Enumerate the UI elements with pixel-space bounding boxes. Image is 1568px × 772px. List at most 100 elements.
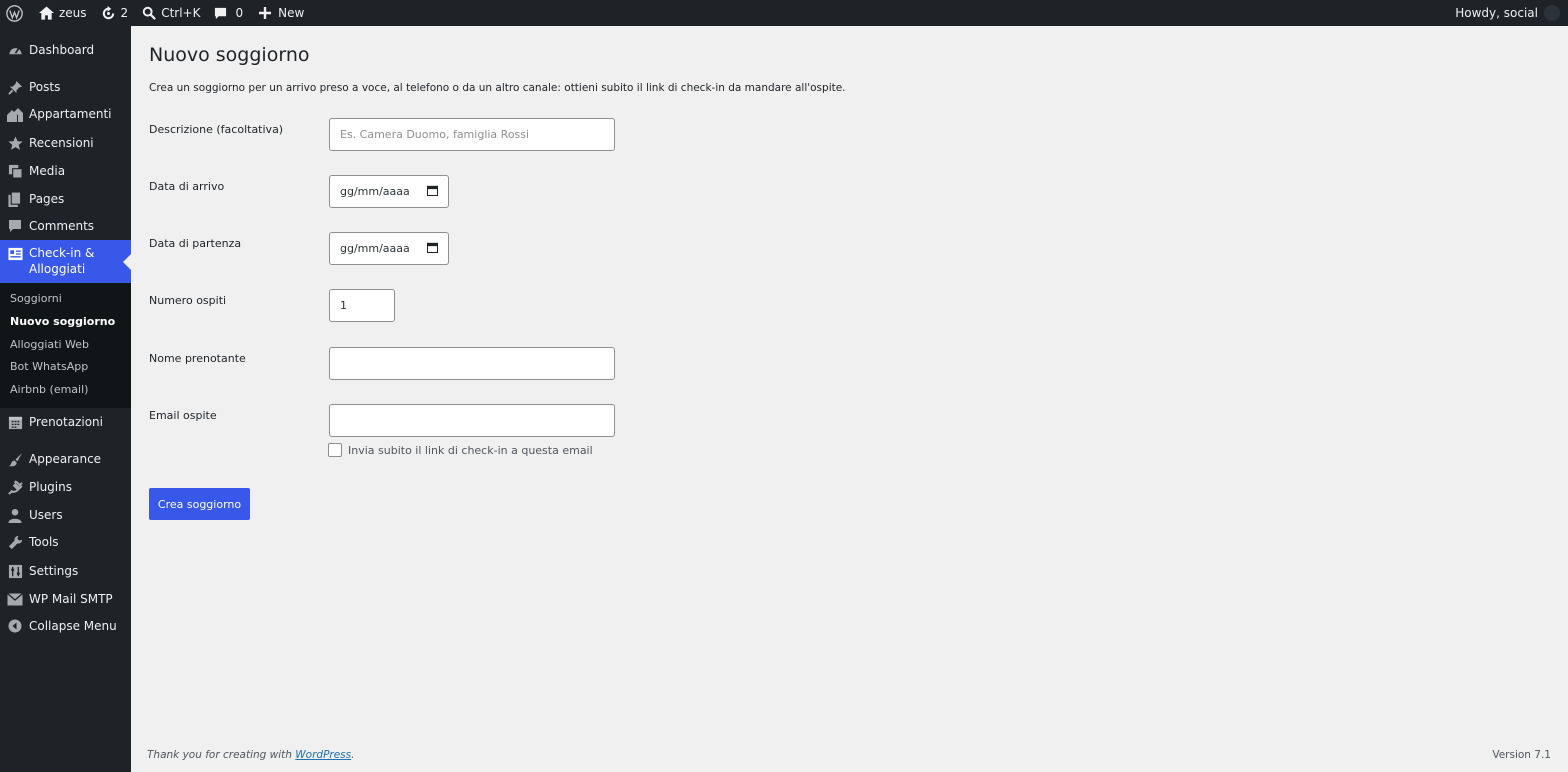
menu-label: Plugins bbox=[29, 480, 72, 494]
menu-comments[interactable]: Comments bbox=[0, 215, 131, 237]
search-icon bbox=[142, 6, 157, 20]
checkin-submenu: Soggiorni Nuovo soggiorno Alloggiati Web… bbox=[0, 283, 131, 408]
site-name-label: zeus bbox=[59, 6, 87, 20]
footer-version: Version 7.1 bbox=[1492, 749, 1551, 761]
date-placeholder: gg/mm/aaaa bbox=[340, 242, 410, 255]
updates-icon bbox=[101, 5, 116, 21]
comment-icon bbox=[7, 218, 23, 234]
footer-thanks-suffix: . bbox=[351, 749, 355, 761]
sliders-icon bbox=[7, 563, 23, 579]
footer-thanks: Thank you for creating with WordPress. bbox=[147, 749, 354, 761]
send-link-label[interactable]: Invia subito il link di check-in a quest… bbox=[348, 444, 593, 457]
search-shortcut-label: Ctrl+K bbox=[161, 6, 201, 20]
page-description: Crea un soggiorno per un arrivo preso a … bbox=[149, 82, 846, 94]
partenza-label: Data di partenza bbox=[149, 237, 242, 250]
menu-label: Dashboard bbox=[29, 43, 95, 57]
menu-label: Posts bbox=[29, 80, 61, 94]
menu-wp-mail-smtp[interactable]: WP Mail SMTP bbox=[0, 588, 131, 610]
command-palette-link[interactable]: Ctrl+K bbox=[135, 0, 207, 26]
menu-label: Check-in & Alloggiati bbox=[29, 246, 95, 276]
menu-settings[interactable]: Settings bbox=[0, 560, 131, 582]
email-label: Email ospite bbox=[149, 409, 217, 422]
send-link-checkbox[interactable] bbox=[328, 443, 342, 457]
comment-bubble-icon bbox=[214, 7, 227, 20]
menu-collapse[interactable]: Collapse Menu bbox=[0, 615, 131, 637]
plug-icon bbox=[7, 479, 23, 495]
submenu-airbnb-email[interactable]: Airbnb (email) bbox=[10, 383, 88, 396]
updates-link[interactable]: 2 bbox=[94, 0, 136, 26]
pin-icon bbox=[7, 79, 23, 95]
menu-label: Recensioni bbox=[29, 136, 94, 150]
menu-prenotazioni[interactable]: Prenotazioni bbox=[0, 411, 131, 433]
menu-label: WP Mail SMTP bbox=[29, 592, 113, 606]
descrizione-input[interactable] bbox=[329, 118, 615, 151]
date-placeholder: gg/mm/aaaa bbox=[340, 185, 410, 198]
footer-thanks-prefix: Thank you for creating with bbox=[147, 749, 296, 761]
calendar-picker-icon[interactable] bbox=[426, 185, 439, 199]
descrizione-label: Descrizione (facoltativa) bbox=[149, 123, 284, 136]
howdy-label: Howdy, social bbox=[1455, 6, 1538, 20]
collapse-icon bbox=[7, 618, 23, 634]
menu-label: Pages bbox=[29, 192, 65, 206]
media-icon bbox=[7, 163, 23, 179]
plus-icon bbox=[259, 7, 272, 19]
menu-dashboard[interactable]: Dashboard bbox=[0, 39, 131, 61]
menu-pages[interactable]: Pages bbox=[0, 188, 131, 210]
arrivo-date-input[interactable]: gg/mm/aaaa bbox=[329, 175, 449, 208]
brush-icon bbox=[7, 451, 23, 467]
admin-bar: zeus 2 Ctrl+K 0 New Howdy, social bbox=[0, 0, 1568, 26]
menu-plugins[interactable]: Plugins bbox=[0, 476, 131, 498]
menu-label: Tools bbox=[29, 535, 59, 549]
site-name-link[interactable]: zeus bbox=[32, 0, 94, 26]
ospiti-label: Numero ospiti bbox=[149, 294, 227, 307]
dashboard-icon bbox=[7, 42, 23, 58]
menu-appartamenti[interactable]: Appartamenti bbox=[0, 103, 131, 125]
home-icon bbox=[39, 6, 54, 20]
comments-link[interactable]: 0 bbox=[207, 0, 250, 26]
menu-label: Comments bbox=[29, 219, 95, 233]
menu-label: Appearance bbox=[29, 452, 102, 466]
star-icon bbox=[7, 135, 23, 151]
menu-appearance[interactable]: Appearance bbox=[0, 448, 131, 470]
menu-label: Prenotazioni bbox=[29, 415, 103, 429]
menu-recensioni[interactable]: Recensioni bbox=[0, 132, 131, 154]
menu-posts[interactable]: Posts bbox=[0, 76, 131, 98]
new-content-link[interactable]: New bbox=[250, 0, 311, 26]
new-label: New bbox=[278, 6, 305, 20]
crea-soggiorno-button[interactable]: Crea soggiorno bbox=[149, 488, 250, 520]
updates-count: 2 bbox=[120, 6, 129, 20]
current-menu-arrow bbox=[123, 254, 131, 270]
ospiti-number-input[interactable] bbox=[329, 289, 395, 322]
page-title: Nuovo soggiorno bbox=[149, 44, 310, 66]
calendar-picker-icon[interactable] bbox=[426, 242, 439, 256]
partenza-date-input[interactable]: gg/mm/aaaa bbox=[329, 232, 449, 265]
mail-icon bbox=[7, 591, 23, 607]
submenu-bot-whatsapp[interactable]: Bot WhatsApp bbox=[10, 360, 88, 373]
buildings-icon bbox=[7, 106, 23, 122]
menu-users[interactable]: Users bbox=[0, 504, 131, 526]
main-content: Nuovo soggiorno Crea un soggiorno per un… bbox=[131, 26, 1568, 772]
submenu-alloggiati-web[interactable]: Alloggiati Web bbox=[10, 338, 89, 351]
comments-count: 0 bbox=[235, 6, 244, 20]
user-icon bbox=[7, 507, 23, 523]
nome-input[interactable] bbox=[329, 347, 615, 380]
submenu-nuovo-soggiorno[interactable]: Nuovo soggiorno bbox=[10, 315, 115, 328]
pages-icon bbox=[7, 191, 23, 207]
admin-menu: Dashboard Posts Appartamenti Recensioni … bbox=[0, 26, 131, 772]
my-account-link[interactable]: Howdy, social bbox=[1455, 0, 1568, 26]
menu-tools[interactable]: Tools bbox=[0, 531, 131, 553]
wordpress-link[interactable]: WordPress bbox=[295, 749, 351, 761]
menu-label: Users bbox=[29, 508, 63, 522]
menu-label: Settings bbox=[29, 564, 79, 578]
avatar bbox=[1544, 5, 1560, 21]
menu-media[interactable]: Media bbox=[0, 160, 131, 182]
menu-label: Collapse Menu bbox=[29, 619, 117, 633]
nome-label: Nome prenotante bbox=[149, 352, 246, 365]
submenu-soggiorni[interactable]: Soggiorni bbox=[10, 292, 62, 305]
menu-label: Appartamenti bbox=[29, 107, 112, 121]
menu-label: Media bbox=[29, 164, 66, 178]
email-input[interactable] bbox=[329, 404, 615, 437]
wordpress-logo-menu[interactable] bbox=[0, 0, 32, 26]
send-link-row[interactable]: Invia subito il link di check-in a quest… bbox=[328, 443, 593, 457]
menu-checkin-alloggiati[interactable]: Check-in & Alloggiati bbox=[0, 240, 131, 283]
